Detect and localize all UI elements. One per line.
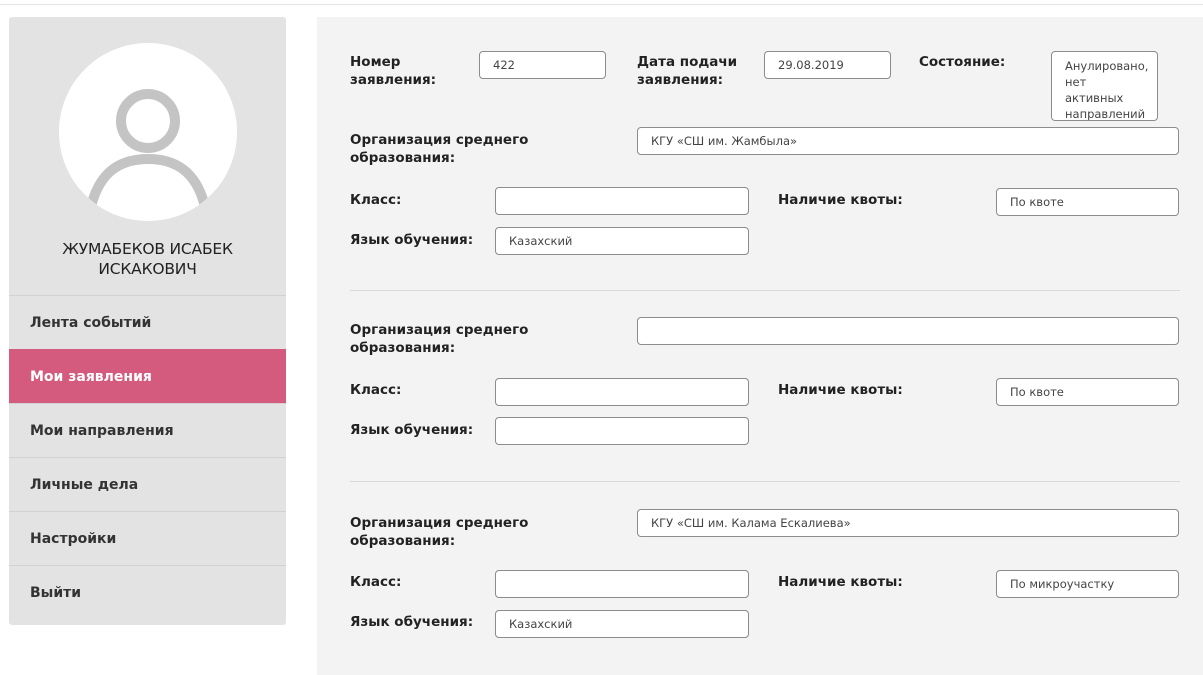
section-1-quota-field[interactable]: По квоте (996, 188, 1179, 216)
section-2-org-field[interactable] (637, 317, 1179, 345)
section-2-org-label: Организация среднего образования: (350, 322, 529, 356)
section-2-quota-field[interactable]: По квоте (996, 378, 1179, 406)
status-label: Состояние: (919, 54, 1006, 70)
section-3-org-field[interactable]: КГУ «СШ им. Калама Ескалиева» (637, 509, 1179, 537)
section-3-quota-label: Наличие квоты: (778, 574, 903, 590)
application-date-field[interactable]: 29.08.2019 (764, 51, 891, 79)
user-name-line-2: ИСКАКОВИЧ (98, 260, 197, 278)
section-1-org-field[interactable]: КГУ «СШ им. Жамбыла» (637, 127, 1179, 155)
menu-item-personal-files[interactable]: Личные дела (9, 457, 286, 511)
menu-item-my-applications[interactable]: Мои заявления (9, 349, 286, 403)
section-1-language-field[interactable]: Казахский (495, 227, 749, 255)
profile-sidebar: ЖУМАБЕКОВ ИСАБЕК ИСКАКОВИЧ Лента событий… (9, 17, 286, 625)
section-1-org-label: Организация среднего образования: (350, 132, 529, 166)
sidebar-menu: Лента событий Мои заявления Мои направле… (9, 295, 286, 619)
menu-item-my-referrals[interactable]: Мои направления (9, 403, 286, 457)
section-1-quota-label: Наличие квоты: (778, 192, 903, 208)
application-number-field[interactable]: 422 (479, 51, 606, 79)
menu-item-logout[interactable]: Выйти (9, 565, 286, 619)
status-field[interactable]: Анулировано, нет активных направлений (1051, 51, 1158, 121)
application-date-label: Дата подачи заявления: (637, 54, 738, 88)
menu-item-events-feed[interactable]: Лента событий (9, 295, 286, 349)
menu-item-settings[interactable]: Настройки (9, 511, 286, 565)
section-3-quota-field[interactable]: По микроучастку (996, 570, 1179, 598)
section-3-class-label: Класс: (350, 574, 402, 590)
section-3-org-label: Организация среднего образования: (350, 515, 529, 549)
section-2-class-field[interactable] (495, 378, 749, 406)
user-full-name: ЖУМАБЕКОВ ИСАБЕК ИСКАКОВИЧ (9, 239, 286, 279)
application-number-label: Номер заявления: (350, 54, 437, 88)
section-divider-2 (350, 481, 1180, 482)
section-2-quota-label: Наличие квоты: (778, 382, 903, 398)
application-details-panel: Номер заявления: 422 Дата подачи заявлен… (317, 17, 1203, 675)
section-2-class-label: Класс: (350, 382, 402, 398)
avatar (59, 43, 237, 221)
section-3-class-field[interactable] (495, 570, 749, 598)
user-avatar-icon (59, 43, 237, 221)
section-3-language-field[interactable]: Казахский (495, 610, 749, 638)
section-2-language-field[interactable] (495, 417, 749, 445)
section-3-language-label: Язык обучения: (350, 614, 474, 630)
section-1-language-label: Язык обучения: (350, 232, 474, 248)
top-border (0, 0, 1203, 5)
section-divider-1 (350, 290, 1180, 291)
section-2-language-label: Язык обучения: (350, 422, 474, 438)
user-name-line-1: ЖУМАБЕКОВ ИСАБЕК (62, 240, 233, 258)
section-1-class-field[interactable] (495, 187, 749, 215)
section-1-class-label: Класс: (350, 192, 402, 208)
